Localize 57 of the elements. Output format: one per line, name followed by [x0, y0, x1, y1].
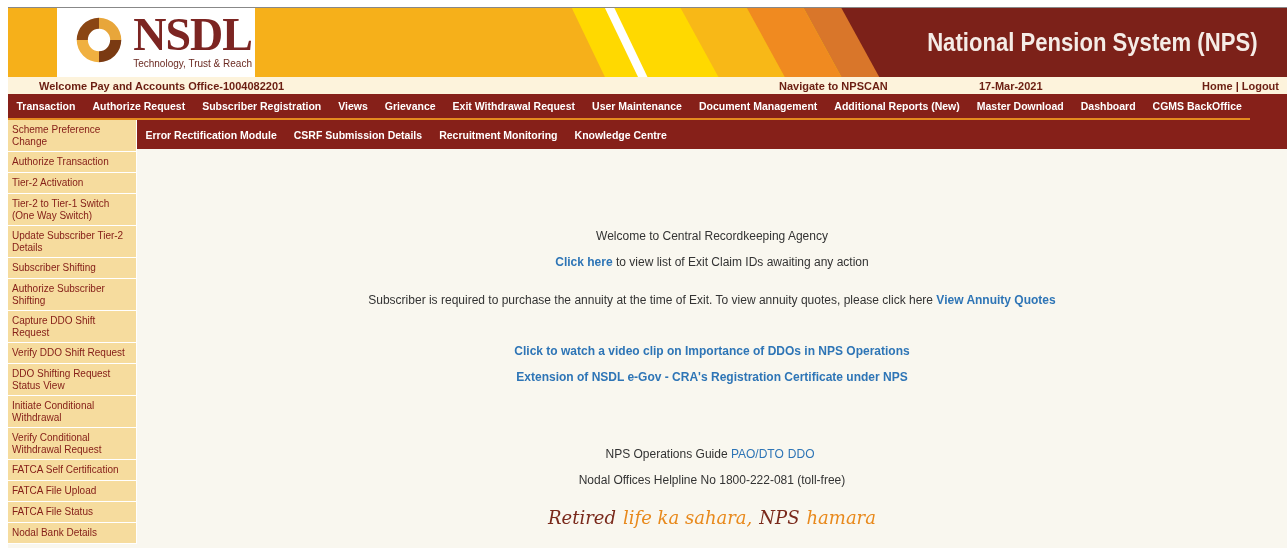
sidebar-item[interactable]: Update Subscriber Tier-2 Details — [8, 226, 137, 258]
menu-item[interactable]: Exit Withdrawal Request — [444, 100, 584, 112]
sidebar-item[interactable]: Tier-2 Activation — [8, 173, 137, 194]
sidebar-item[interactable]: Authorize Subscriber Shifting — [8, 279, 137, 311]
menu-item[interactable]: Error Rectification Module — [137, 128, 286, 141]
menu-item[interactable]: Transaction — [8, 100, 84, 112]
sidebar-item[interactable]: Initiate Conditional Withdrawal — [8, 396, 137, 428]
site-title: National Pension System (NPS) — [927, 27, 1258, 58]
link[interactable]: DDO — [787, 447, 815, 461]
menu-item[interactable]: Document Management — [690, 100, 826, 112]
slogan-text: life ka sahara, — [623, 507, 753, 528]
link[interactable]: Click here — [555, 255, 613, 269]
sidebar-item[interactable]: Scheme Preference Change — [8, 120, 137, 152]
sidebar-item[interactable]: Verify Conditional Withdrawal Request — [8, 428, 137, 460]
sidebar-item[interactable]: Capture DDO Shift Request — [8, 311, 137, 343]
menu-item[interactable]: Knowledge Centre — [566, 128, 676, 141]
banner-background — [8, 8, 58, 77]
sidebar-item[interactable]: Tier-2 to Tier-1 Switch (One Way Switch) — [8, 194, 137, 226]
sidebar-item[interactable]: FATCA File Upload — [8, 481, 137, 502]
date-text: 17-Mar-2021 — [979, 79, 1044, 92]
sidebar-item[interactable]: FATCA Self Certification — [8, 460, 137, 481]
sidebar-item[interactable]: Subscriber Shifting — [8, 258, 137, 279]
logo-name: NSDL — [133, 12, 252, 58]
sidebar-item[interactable]: Authorize Transaction — [8, 152, 137, 173]
slogan-text: hamara — [806, 507, 876, 528]
menu-item[interactable]: User Maintenance — [583, 100, 691, 112]
sidebar-item[interactable]: Nodal Bank Details — [8, 523, 137, 544]
body-text: NPS Operations Guide — [605, 447, 729, 461]
header-link[interactable]: Home — [1202, 79, 1233, 92]
navigate-link[interactable]: Navigate to NPSCAN — [779, 79, 979, 92]
logo-tagline: Technology, Trust & Reach — [133, 58, 252, 70]
welcome-text: Welcome Pay and Accounts Office-1004082201 — [39, 79, 286, 92]
link[interactable]: View Annuity Quotes — [936, 293, 1056, 307]
menu-item[interactable]: Dashboard — [1072, 100, 1145, 112]
body-text: Subscriber is required to purchase the annuity at the time of Exit. To view annuity quotes, please click here — [368, 293, 934, 307]
menu-item[interactable]: Additional Reports (New) — [825, 100, 969, 112]
link[interactable]: Click to watch a video clip on Importance of DDOs in NPS Operations — [514, 344, 910, 358]
header-link[interactable]: Logout — [1241, 79, 1279, 92]
separator-text: | — [1235, 79, 1239, 92]
menu-item[interactable]: Master Download — [968, 100, 1073, 112]
link[interactable]: Extension of NSDL e-Gov - CRA's Registration Certificate under NPS — [516, 370, 908, 384]
slogan-text: NPS — [759, 507, 800, 528]
menu-item[interactable]: CGMS BackOffice — [1144, 100, 1251, 112]
sidebar-item[interactable]: Verify DDO Shift Request — [8, 343, 137, 364]
slogan-text: Retired — [548, 507, 616, 528]
sidebar-item[interactable]: FATCA File Status — [8, 502, 137, 523]
menu-item[interactable]: Authorize Request — [83, 100, 194, 112]
menu-item[interactable]: CSRF Submission Details — [285, 128, 431, 141]
menu-item[interactable]: Subscriber Registration — [193, 100, 330, 112]
body-text: to view list of Exit Claim IDs awaiting any action — [614, 255, 869, 269]
menu-item[interactable]: Views — [329, 100, 377, 112]
sidebar-item[interactable]: DDO Shifting Request Status View — [8, 364, 137, 396]
menu-item[interactable]: Grievance — [376, 100, 445, 112]
menu-item[interactable]: Recruitment Monitoring — [430, 128, 567, 141]
body-text: Welcome to Central Recordkeeping Agency — [596, 229, 828, 243]
body-text: Nodal Offices Helpline No 1800-222-081 (toll-free) — [578, 473, 846, 487]
link[interactable]: PAO/DTO — [730, 447, 784, 461]
